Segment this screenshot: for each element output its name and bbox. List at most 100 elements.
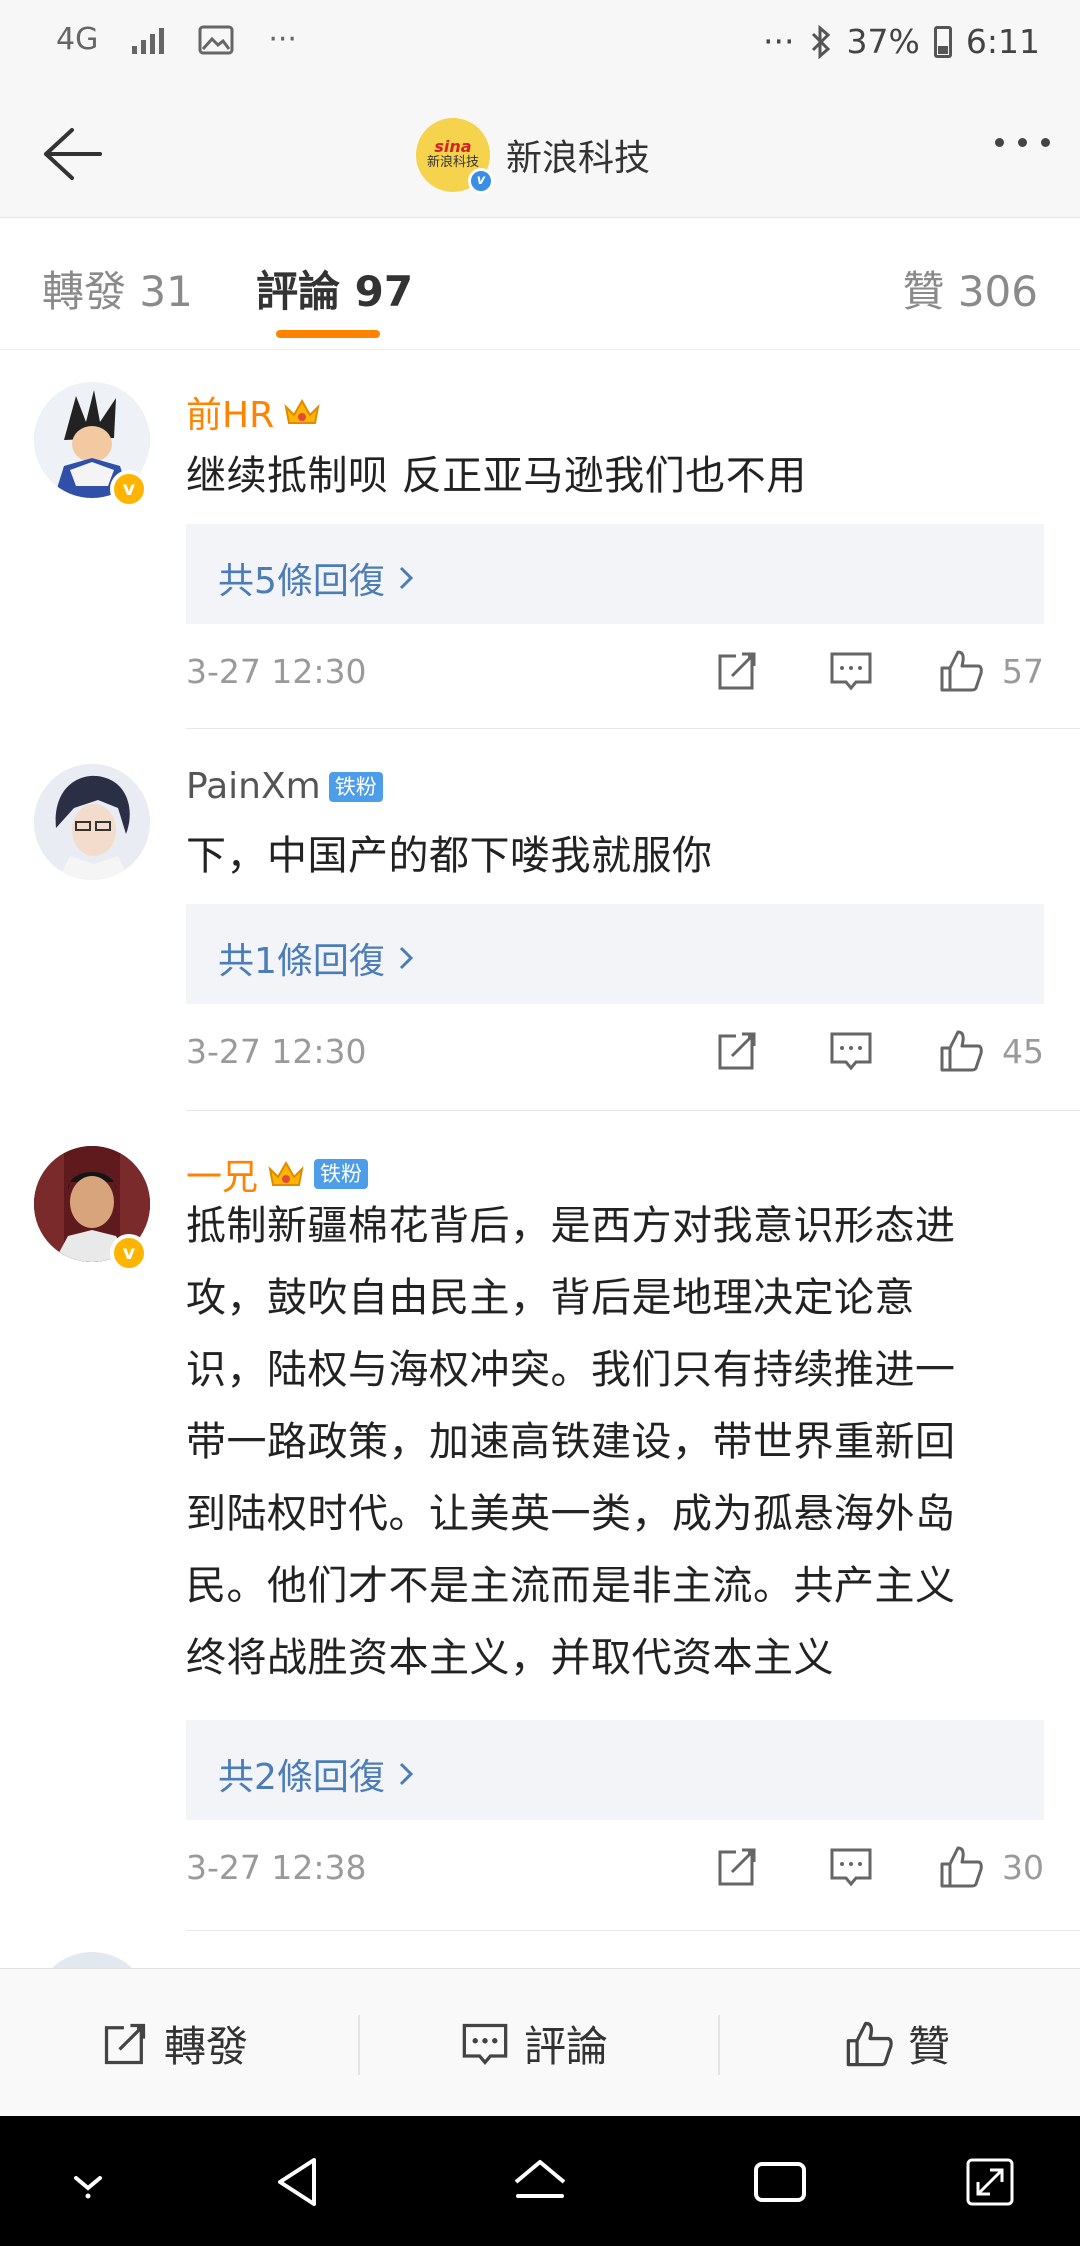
signal-icon xyxy=(132,26,165,54)
separator xyxy=(358,2015,360,2075)
divider xyxy=(186,1930,1080,1931)
account-avatar[interactable]: sina 新浪科技 v xyxy=(416,118,494,194)
comment-item: v 一兄 铁粉 抵制新疆棉花背后，是西方对我意识形态进 攻，鼓吹自由民主，背后是… xyxy=(0,1112,1080,1932)
comment-icon xyxy=(462,2023,508,2065)
username-text: PainXm xyxy=(186,766,321,807)
bottom-action-bar: 轉發 評論 贊 xyxy=(0,1968,1080,2116)
repost-icon xyxy=(104,2023,146,2064)
comment-item: PainXm 铁粉 下，中国产的都下喽我就服你 共1條回復 3-27 12:30 xyxy=(0,730,1080,1112)
battery-icon xyxy=(933,25,952,58)
like-button[interactable]: 贊 xyxy=(844,2013,950,2074)
logo-subtext: 新浪科技 xyxy=(426,155,479,170)
replies-link[interactable]: 共5條回復 xyxy=(218,552,385,604)
comment-time: 3-27 12:30 xyxy=(186,652,367,691)
image-icon xyxy=(198,25,234,54)
tab-repost-count: 31 xyxy=(139,267,193,316)
recent-apps-icon[interactable] xyxy=(750,2152,810,2212)
thumbs-up-icon xyxy=(846,2021,893,2066)
comment-icon[interactable] xyxy=(828,648,874,694)
comment-time: 3-27 12:38 xyxy=(186,1848,367,1887)
account-name[interactable]: 新浪科技 xyxy=(506,129,650,181)
comment-text-line: 带一路政策，加速高铁建设，带世界重新回 xyxy=(186,1419,956,1465)
replies-box[interactable]: 共5條回復 xyxy=(186,524,1044,624)
expand-icon[interactable] xyxy=(960,2152,1020,2212)
comment-list: v 前HR 继续抵制呗 反正亚马逊我们也不用 共5條回復 3-27 12:30 xyxy=(0,350,1080,1968)
like-label: 贊 xyxy=(908,2022,951,2071)
active-tab-indicator xyxy=(276,330,380,338)
tab-comments-label: 評論 xyxy=(256,267,341,316)
comment-text-line: 到陆权时代。让美英一类，成为孤悬海外岛 xyxy=(186,1491,956,1537)
tab-likes-label: 贊 xyxy=(902,267,945,316)
verified-badge-icon: v xyxy=(110,470,148,508)
thumbs-up-icon[interactable] xyxy=(938,1028,984,1074)
separator xyxy=(718,2015,720,2075)
tab-likes-count: 306 xyxy=(957,267,1038,316)
comment-label: 評論 xyxy=(524,2022,609,2071)
repost-icon[interactable] xyxy=(714,648,760,694)
comment-text-line: 民。他们才不是主流而是非主流。共产主义 xyxy=(186,1563,956,1609)
crown-badge-icon xyxy=(268,1160,304,1186)
comment-icon[interactable] xyxy=(828,1844,874,1890)
crown-badge-icon xyxy=(284,398,320,424)
tab-bar: 轉發 31 評論 97 贊 306 xyxy=(0,218,1080,350)
tab-repost-label: 轉發 xyxy=(42,267,127,316)
more-status: ··· xyxy=(763,22,795,61)
back-icon[interactable] xyxy=(270,2152,330,2212)
like-count: 45 xyxy=(1002,1032,1044,1071)
replies-box[interactable]: 共1條回復 xyxy=(186,904,1044,1004)
bluetooth-icon xyxy=(811,24,830,59)
comment-username[interactable]: 前HR xyxy=(186,386,322,438)
comment-button[interactable]: 評論 xyxy=(460,2013,608,2074)
verified-badge-icon: v xyxy=(468,168,494,194)
avatar[interactable] xyxy=(34,1952,150,1968)
comment-item: v 前HR 继续抵制呗 反正亚马逊我们也不用 共5條回復 3-27 12:30 xyxy=(0,350,1080,730)
comment-meta: 3-27 12:30 45 xyxy=(186,1028,1044,1078)
network-indicator: 4G xyxy=(56,22,99,57)
more-notifications: ··· xyxy=(268,22,297,57)
fan-badge: 铁粉 xyxy=(314,1159,369,1189)
system-nav-bar xyxy=(0,2116,1080,2246)
tab-likes[interactable]: 贊 306 xyxy=(902,258,1038,319)
comment-text-line: 终将战胜资本主义，并取代资本主义 xyxy=(186,1635,834,1681)
clock: 6:11 xyxy=(965,22,1040,61)
thumbs-up-icon[interactable] xyxy=(938,648,984,694)
account-header[interactable]: sina 新浪科技 v 新浪科技 xyxy=(416,118,650,194)
chevron-right-icon xyxy=(399,566,413,590)
back-arrow-icon[interactable] xyxy=(26,118,106,188)
divider xyxy=(186,1110,1080,1111)
repost-button[interactable]: 轉發 xyxy=(100,2013,248,2074)
like-count: 57 xyxy=(1002,652,1044,691)
more-options-icon[interactable] xyxy=(995,138,1050,147)
thumbs-up-icon[interactable] xyxy=(938,1844,984,1890)
repost-icon[interactable] xyxy=(714,1844,760,1890)
chevron-right-icon xyxy=(399,1762,413,1786)
fan-badge: 铁粉 xyxy=(328,771,383,802)
comment-text-line: 抵制新疆棉花背后，是西方对我意识形态进 xyxy=(186,1203,956,1249)
comment-icon[interactable] xyxy=(828,1028,874,1074)
comment-meta: 3-27 12:30 57 xyxy=(186,648,1044,698)
like-count: 30 xyxy=(1002,1848,1044,1887)
battery-percent: 37% xyxy=(846,22,920,61)
username-text: 前HR xyxy=(186,395,275,436)
tab-repost[interactable]: 轉發 31 xyxy=(42,258,193,319)
comment-text-line: 攻，鼓吹自由民主，背后是地理决定论意 xyxy=(186,1275,915,1321)
comment-text-line: 识，陆权与海权冲突。我们只有持续推进一 xyxy=(186,1347,956,1393)
comment-username[interactable]: PainXm 铁粉 xyxy=(186,766,383,807)
tab-comments-count: 97 xyxy=(354,267,414,316)
avatar-image xyxy=(34,764,150,880)
replies-link[interactable]: 共1條回復 xyxy=(218,932,385,984)
comment-text: 继续抵制呗 反正亚马逊我们也不用 xyxy=(186,453,807,499)
chevron-down-icon[interactable] xyxy=(58,2152,118,2212)
avatar[interactable] xyxy=(34,764,150,880)
home-icon[interactable] xyxy=(510,2152,570,2212)
logo-text: sina xyxy=(434,137,472,156)
repost-label: 轉發 xyxy=(164,2022,249,2071)
nav-bar: sina 新浪科技 v 新浪科技 xyxy=(0,88,1080,218)
replies-link[interactable]: 共2條回復 xyxy=(218,1748,385,1800)
repost-icon[interactable] xyxy=(714,1028,760,1074)
comment-text: 下，中国产的都下喽我就服你 xyxy=(186,833,713,879)
replies-box[interactable]: 共2條回復 xyxy=(186,1720,1044,1820)
tab-comments[interactable]: 評論 97 xyxy=(256,258,413,319)
divider xyxy=(186,728,1080,729)
comment-meta: 3-27 12:38 30 xyxy=(186,1844,1044,1894)
